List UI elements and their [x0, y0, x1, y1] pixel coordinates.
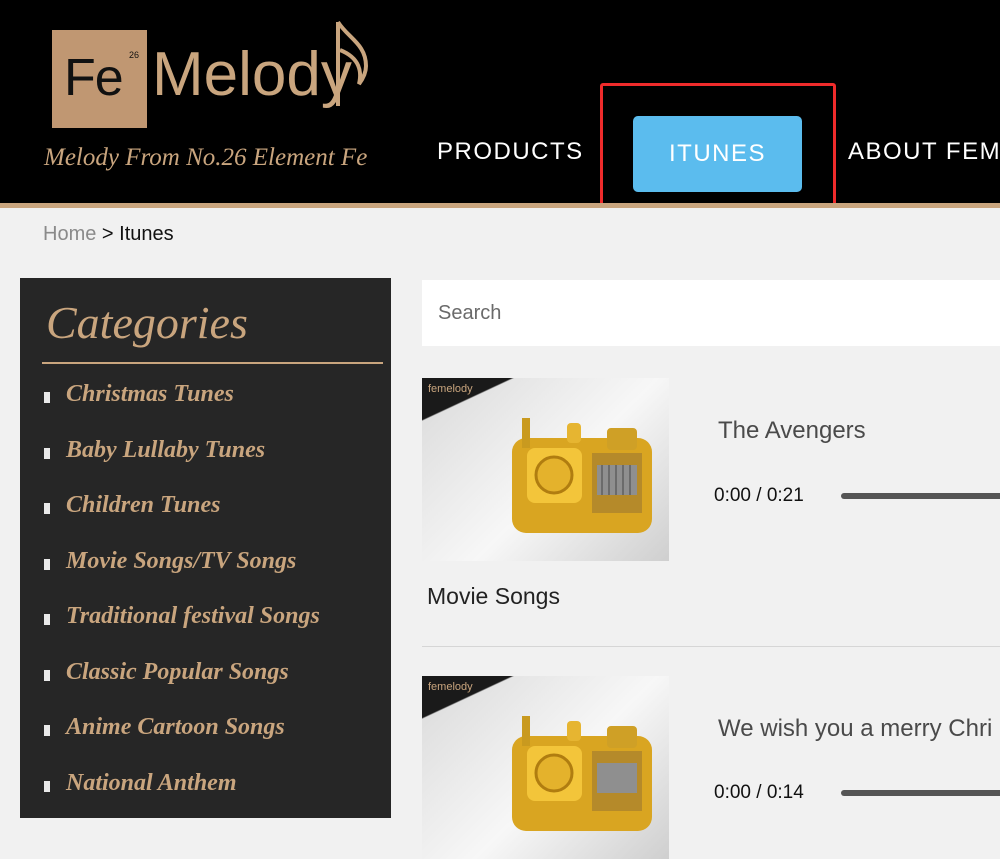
audio-progress-bar[interactable] [841, 790, 1000, 796]
category-label[interactable]: Movie Songs/TV Songs [66, 548, 296, 575]
breadcrumb-home-link[interactable]: Home [43, 223, 96, 245]
category-item-movie-tv[interactable]: Movie Songs/TV Songs [20, 538, 391, 594]
bullet-icon [44, 780, 50, 792]
category-item-national-anthem[interactable]: National Anthem [20, 760, 391, 816]
category-item-traditional-festival[interactable]: Traditional festival Songs [20, 593, 391, 649]
category-list: Christmas Tunes Baby Lullaby Tunes Child… [20, 371, 391, 815]
sidebar-title: Categories [46, 297, 248, 348]
site-tagline: Melody From No.26 Element Fe [44, 144, 368, 171]
track-card: femelody The Avengers 0:00 / 0:21 Movie … [422, 378, 1000, 618]
audio-time: 0:00 / 0:14 [714, 782, 804, 803]
site-header: Fe 26 Melody Melody From No.26 Element F… [0, 0, 1000, 207]
bullet-icon [44, 669, 50, 681]
audio-progress-bar[interactable] [841, 493, 1000, 499]
track-category[interactable]: Movie Songs [427, 583, 560, 610]
music-note-icon [336, 20, 369, 106]
track-title: We wish you a merry Chri [718, 715, 993, 742]
bullet-icon [44, 725, 50, 736]
category-label[interactable]: Children Tunes [66, 492, 221, 519]
category-item-anime-cartoon[interactable]: Anime Cartoon Songs [20, 704, 391, 760]
category-label[interactable]: Classic Popular Songs [66, 659, 289, 686]
bullet-icon [44, 558, 50, 570]
category-label[interactable]: National Anthem [66, 770, 236, 797]
sidebar-divider [42, 362, 383, 364]
category-item-children[interactable]: Children Tunes [20, 482, 391, 538]
category-item-classic-popular[interactable]: Classic Popular Songs [20, 649, 391, 705]
breadcrumb-separator: > [101, 223, 114, 245]
breadcrumb: Home > Itunes [43, 223, 174, 246]
search-input[interactable] [422, 280, 1000, 346]
bullet-icon [44, 614, 50, 625]
category-item-christmas[interactable]: Christmas Tunes [20, 371, 391, 427]
track-card: femelody We wish you a merry Chri 0:00 /… [422, 676, 1000, 859]
header-divider [0, 203, 1000, 208]
category-label[interactable]: Christmas Tunes [66, 381, 234, 408]
category-label[interactable]: Traditional festival Songs [66, 603, 320, 630]
audio-time: 0:00 / 0:21 [714, 485, 804, 506]
bullet-icon [44, 503, 50, 514]
bullet-icon [44, 447, 50, 459]
thumbnail-logo: femelody [428, 383, 473, 395]
logo-element-symbol: Fe [64, 49, 124, 107]
category-item-baby-lullaby[interactable]: Baby Lullaby Tunes [20, 427, 391, 483]
category-label[interactable]: Baby Lullaby Tunes [66, 437, 265, 464]
breadcrumb-current: Itunes [119, 223, 174, 245]
nav-about[interactable]: ABOUT FEM [848, 138, 1000, 166]
logo-wordmark[interactable]: Melody [152, 44, 352, 106]
track-title: The Avengers [718, 417, 866, 444]
category-label[interactable]: Anime Cartoon Songs [66, 714, 285, 741]
logo-atomic-number: 26 [128, 50, 139, 60]
music-box-thumbnail[interactable]: femelody [422, 676, 669, 859]
music-box-icon [512, 418, 652, 533]
categories-sidebar: Categories Christmas Tunes Baby Lullaby … [20, 278, 391, 818]
music-box-icon [512, 716, 652, 831]
logo-element-box[interactable]: Fe 26 [52, 30, 147, 128]
track-divider [422, 646, 1000, 647]
thumbnail-logo: femelody [428, 681, 473, 693]
bullet-icon [44, 392, 50, 403]
highlight-annotation-box [600, 83, 836, 207]
music-box-thumbnail[interactable]: femelody [422, 378, 669, 561]
nav-products[interactable]: PRODUCTS [437, 138, 584, 166]
